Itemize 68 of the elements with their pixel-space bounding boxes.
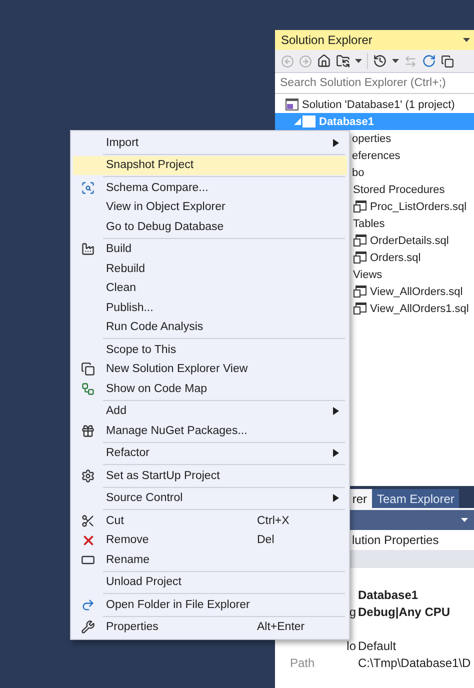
tree-item-label: operties	[352, 132, 392, 144]
sql-file-icon	[353, 234, 367, 247]
tree-item-label: Stored Procedures	[353, 184, 445, 196]
solution-icon	[285, 98, 299, 111]
tree-item-label: Database1	[319, 116, 374, 128]
panel-title: Solution Explorer	[281, 33, 372, 47]
property-value: C:\Tmp\Database1\D	[358, 656, 472, 670]
property-name: g	[349, 604, 357, 618]
curved-arrow-icon	[81, 598, 95, 612]
scissors-icon	[81, 514, 95, 528]
panel-menu-caret-icon[interactable]	[463, 38, 470, 42]
code-map-icon	[81, 382, 95, 396]
refresh-icon[interactable]	[422, 54, 436, 68]
windows-icon	[81, 362, 95, 376]
tree-item-label: eferences	[352, 150, 400, 162]
property-name: Path	[289, 656, 316, 670]
menu-item[interactable]: Open Folder in File Explorer	[73, 595, 347, 614]
menu-item[interactable]: Properties Alt+Enter	[73, 618, 347, 637]
collapse-icon[interactable]	[441, 54, 454, 68]
search-field[interactable]: Search Solution Explorer (Ctrl+;)	[275, 72, 474, 94]
tree-item-label: View_AllOrders1.sql	[370, 302, 469, 314]
tree-item-label: Orders.sql	[370, 252, 421, 264]
settings-icon	[81, 468, 95, 483]
factory-icon	[81, 242, 95, 256]
menu-item[interactable]: Refactor	[73, 444, 347, 463]
folder-icon[interactable]	[336, 54, 350, 68]
tree-item-label: Solution 'Database1' (1 project)	[302, 98, 455, 110]
compare-icon	[81, 180, 95, 195]
menu-item[interactable]: Cut Ctrl+X	[73, 511, 347, 530]
menu-item[interactable]: Scope to This	[73, 340, 347, 360]
menu-item[interactable]: Rename	[73, 550, 347, 570]
menu-item[interactable]: Run Code Analysis	[73, 318, 347, 337]
menu-item[interactable]: Set as StartUp Project	[73, 466, 347, 486]
clock-icon[interactable]	[373, 54, 387, 68]
home-icon[interactable]	[317, 54, 331, 68]
object-dropdown-caret-icon[interactable]	[461, 518, 468, 522]
menu-item[interactable]: Snapshot Project	[73, 156, 347, 175]
menu-item[interactable]: Manage NuGet Packages...	[73, 421, 347, 440]
menu-item[interactable]: Add	[73, 402, 347, 421]
menu-item[interactable]: Show on Code Map	[73, 379, 347, 398]
dropdown-caret-icon[interactable]	[355, 59, 362, 63]
tree-item-label: OrderDetails.sql	[370, 234, 449, 246]
menu-item[interactable]: Unload Project	[73, 572, 347, 592]
tree-item-label: Tables	[353, 218, 385, 230]
tree-item-label: Views	[353, 268, 382, 280]
menu-item[interactable]: Remove Del	[73, 530, 347, 550]
dropdown-caret-icon[interactable]	[392, 59, 399, 63]
property-value: Database1	[358, 588, 420, 602]
menu-item[interactable]: Schema Compare...	[73, 178, 347, 198]
sql-file-icon	[353, 251, 367, 264]
menu-item[interactable]: New Solution Explorer View	[73, 360, 347, 379]
menu-item[interactable]: Import	[73, 133, 347, 152]
wrench-icon	[81, 620, 95, 634]
tree-item[interactable]: Solution 'Database1' (1 project)	[275, 96, 474, 113]
property-name: lo	[346, 638, 357, 652]
panel-tab[interactable]: Team Explorer	[372, 489, 460, 508]
tree-item-label: View_AllOrders.sql	[370, 286, 463, 298]
menu-item[interactable]: Source Control	[73, 488, 347, 508]
object-name: lution Properties	[352, 533, 439, 547]
sql-file-icon	[353, 285, 367, 298]
sql-file-icon	[353, 200, 367, 213]
expanded-arrow-icon[interactable]	[294, 118, 300, 125]
property-value: Default	[358, 638, 398, 652]
property-value: Debug|Any CPU	[358, 604, 452, 618]
sql-file-icon	[353, 302, 367, 315]
tree-item-label: Proc_ListOrders.sql	[370, 200, 467, 212]
package-icon	[81, 424, 95, 438]
tree-item-label: bo	[352, 166, 364, 178]
